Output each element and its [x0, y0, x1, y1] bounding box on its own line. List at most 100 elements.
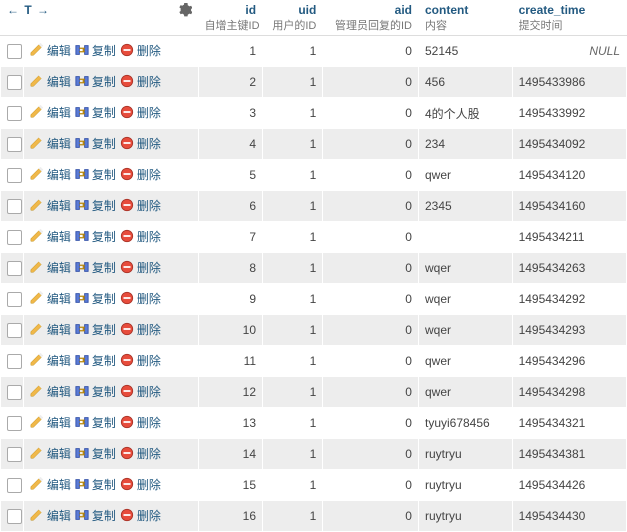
col-header-content[interactable]: content内容 — [418, 1, 512, 36]
cell-id: 9 — [198, 284, 262, 315]
cell-content: ruytryu — [418, 501, 512, 532]
delete-link[interactable]: 删除 — [120, 166, 161, 183]
cell-aid: 0 — [323, 253, 419, 284]
delete-icon — [120, 322, 134, 336]
row-checkbox[interactable] — [7, 261, 22, 276]
nav-next[interactable]: → — [37, 3, 49, 17]
delete-link[interactable]: 删除 — [120, 73, 161, 90]
copy-link[interactable]: 复制 — [75, 352, 116, 369]
table-row: 编辑复制删除7101495434211 — [1, 222, 627, 253]
edit-link[interactable]: 编辑 — [30, 135, 71, 152]
table-row: 编辑复制删除11052145NULL — [1, 36, 627, 67]
delete-link[interactable]: 删除 — [120, 445, 161, 462]
row-checkbox[interactable] — [7, 230, 22, 245]
delete-link[interactable]: 删除 — [120, 352, 161, 369]
col-header-create_time[interactable]: create_time提交时间 — [512, 1, 626, 36]
table-row: 编辑复制删除1310tyuyi6784561495434321 — [1, 408, 627, 439]
copy-link[interactable]: 复制 — [75, 259, 116, 276]
row-checkbox[interactable] — [7, 75, 22, 90]
delete-link[interactable]: 删除 — [120, 135, 161, 152]
cell-aid: 0 — [323, 98, 419, 129]
copy-link[interactable]: 复制 — [75, 104, 116, 121]
col-header-uid[interactable]: uid用户的ID — [263, 1, 323, 36]
cell-aid: 0 — [323, 315, 419, 346]
pencil-icon — [30, 477, 44, 491]
table-row: 编辑复制删除61023451495434160 — [1, 191, 627, 222]
copy-icon — [75, 229, 89, 243]
copy-link[interactable]: 复制 — [75, 228, 116, 245]
cell-create_time: 1495434092 — [512, 129, 626, 160]
copy-link[interactable]: 复制 — [75, 507, 116, 524]
delete-link[interactable]: 删除 — [120, 414, 161, 431]
delete-link[interactable]: 删除 — [120, 383, 161, 400]
col-header-aid[interactable]: aid管理员回复的ID — [323, 1, 419, 36]
cell-create_time: 1495434211 — [512, 222, 626, 253]
delete-link[interactable]: 删除 — [120, 228, 161, 245]
copy-link[interactable]: 复制 — [75, 414, 116, 431]
row-checkbox[interactable] — [7, 478, 22, 493]
delete-link[interactable]: 删除 — [120, 476, 161, 493]
pencil-icon — [30, 105, 44, 119]
row-checkbox[interactable] — [7, 292, 22, 307]
col-header-id[interactable]: id自增主键ID — [198, 1, 262, 36]
nav-prev[interactable]: ← — [7, 3, 19, 17]
edit-link[interactable]: 编辑 — [30, 197, 71, 214]
delete-link[interactable]: 删除 — [120, 290, 161, 307]
table-row: 编辑复制删除1210qwer1495434298 — [1, 377, 627, 408]
row-checkbox[interactable] — [7, 354, 22, 369]
delete-link[interactable]: 删除 — [120, 197, 161, 214]
delete-icon — [120, 353, 134, 367]
cell-aid: 0 — [323, 346, 419, 377]
row-checkbox[interactable] — [7, 447, 22, 462]
row-checkbox[interactable] — [7, 106, 22, 121]
edit-link[interactable]: 编辑 — [30, 259, 71, 276]
copy-link[interactable]: 复制 — [75, 73, 116, 90]
cell-id: 4 — [198, 129, 262, 160]
edit-link[interactable]: 编辑 — [30, 476, 71, 493]
row-checkbox[interactable] — [7, 509, 22, 524]
edit-link[interactable]: 编辑 — [30, 290, 71, 307]
edit-link[interactable]: 编辑 — [30, 352, 71, 369]
copy-link[interactable]: 复制 — [75, 42, 116, 59]
edit-link[interactable]: 编辑 — [30, 507, 71, 524]
row-checkbox[interactable] — [7, 416, 22, 431]
edit-link[interactable]: 编辑 — [30, 321, 71, 338]
cell-uid: 1 — [263, 191, 323, 222]
edit-link[interactable]: 编辑 — [30, 42, 71, 59]
nav-t[interactable]: T — [24, 3, 31, 17]
cell-create_time: 1495434381 — [512, 439, 626, 470]
delete-link[interactable]: 删除 — [120, 104, 161, 121]
copy-icon — [75, 291, 89, 305]
row-checkbox[interactable] — [7, 168, 22, 183]
edit-link[interactable]: 编辑 — [30, 73, 71, 90]
copy-link[interactable]: 复制 — [75, 445, 116, 462]
delete-icon — [120, 446, 134, 460]
row-checkbox[interactable] — [7, 385, 22, 400]
row-checkbox[interactable] — [7, 44, 22, 59]
copy-link[interactable]: 复制 — [75, 197, 116, 214]
row-checkbox[interactable] — [7, 199, 22, 214]
row-checkbox[interactable] — [7, 137, 22, 152]
copy-link[interactable]: 复制 — [75, 166, 116, 183]
gear-icon[interactable] — [178, 3, 192, 17]
edit-link[interactable]: 编辑 — [30, 445, 71, 462]
delete-link[interactable]: 删除 — [120, 259, 161, 276]
copy-icon — [75, 105, 89, 119]
cell-uid: 1 — [263, 439, 323, 470]
cell-content: ruytryu — [418, 470, 512, 501]
delete-link[interactable]: 删除 — [120, 42, 161, 59]
delete-link[interactable]: 删除 — [120, 507, 161, 524]
copy-link[interactable]: 复制 — [75, 476, 116, 493]
copy-link[interactable]: 复制 — [75, 321, 116, 338]
edit-link[interactable]: 编辑 — [30, 414, 71, 431]
copy-link[interactable]: 复制 — [75, 290, 116, 307]
delete-link[interactable]: 删除 — [120, 321, 161, 338]
edit-link[interactable]: 编辑 — [30, 228, 71, 245]
row-checkbox[interactable] — [7, 323, 22, 338]
copy-link[interactable]: 复制 — [75, 135, 116, 152]
edit-link[interactable]: 编辑 — [30, 383, 71, 400]
edit-link[interactable]: 编辑 — [30, 166, 71, 183]
cell-content: 456 — [418, 67, 512, 98]
edit-link[interactable]: 编辑 — [30, 104, 71, 121]
copy-link[interactable]: 复制 — [75, 383, 116, 400]
